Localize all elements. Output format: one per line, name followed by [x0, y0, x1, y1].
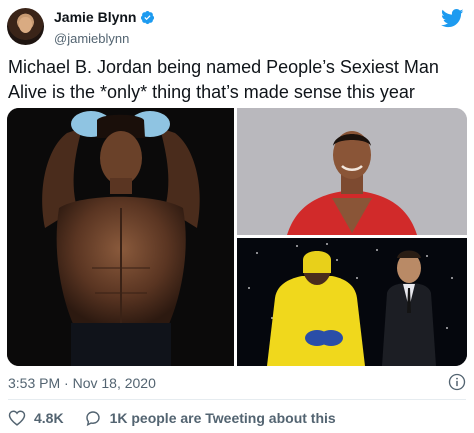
hazmat-suit-image	[237, 238, 467, 366]
speech-bubble-icon[interactable]	[84, 409, 102, 427]
tweet-card: Jamie Blynn @jamieblynn Michael B. Jorda…	[0, 0, 474, 433]
heart-icon[interactable]	[8, 409, 26, 427]
media-grid	[7, 108, 467, 366]
tweet-timestamp[interactable]: 3:53 PM · Nov 18, 2020	[8, 375, 156, 391]
info-icon[interactable]	[448, 373, 466, 391]
author-display-name[interactable]: Jamie Blynn	[54, 9, 136, 26]
photo-hazmat-suit[interactable]	[237, 238, 467, 366]
boxer-portrait-image	[7, 108, 234, 366]
conversation-label[interactable]: 1K people are Tweeting about this	[110, 410, 336, 426]
red-jacket-image	[237, 108, 467, 235]
author-block[interactable]: Jamie Blynn @jamieblynn	[54, 9, 155, 47]
twitter-bird-icon[interactable]	[441, 9, 464, 28]
conversation-action[interactable]: 1K people are Tweeting about this	[84, 409, 336, 427]
divider	[8, 399, 466, 400]
verified-badge-icon	[141, 10, 155, 25]
like-count[interactable]: 4.8K	[34, 410, 64, 426]
photo-boxer-portrait[interactable]	[7, 108, 234, 366]
tweet-actions: 4.8K 1K people are Tweeting about this	[8, 409, 336, 427]
like-action[interactable]: 4.8K	[8, 409, 64, 427]
avatar-face	[19, 17, 32, 33]
author-display-name-row[interactable]: Jamie Blynn	[54, 9, 155, 26]
author-handle[interactable]: @jamieblynn	[54, 30, 155, 47]
photo-red-jacket[interactable]	[237, 108, 467, 235]
tweet-text: Michael B. Jordan being named People’s S…	[8, 57, 439, 102]
author-avatar[interactable]	[7, 8, 44, 45]
